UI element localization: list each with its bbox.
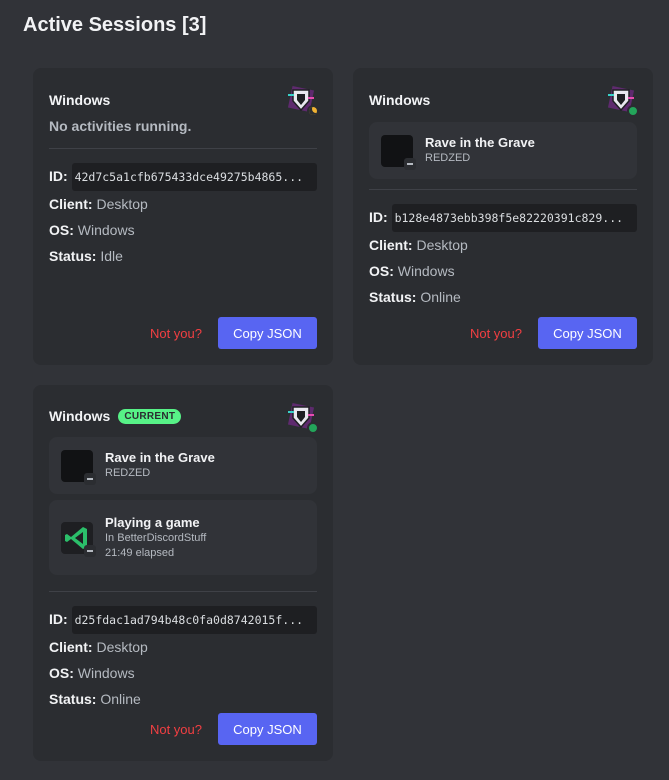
divider [49, 148, 317, 149]
card-header: Windows CURRENT [49, 385, 319, 447]
os-value: Windows [77, 665, 135, 682]
activity-subtitle: REDZED [105, 467, 151, 479]
page-title: Active Sessions [3] [23, 14, 207, 36]
vscode-icon [61, 521, 96, 557]
id-label: ID: [369, 209, 388, 225]
session-id[interactable]: d25fdac1ad794b48c0fa0d8742015f... [71, 606, 317, 635]
avatar [607, 85, 639, 117]
os-value: Windows [397, 263, 455, 280]
activity-type-icon [84, 472, 96, 485]
copy-json-button[interactable]: Copy JSON [218, 317, 317, 349]
info-row-id: ID: d25fdac1ad794b48c0fa0d8742015f... [49, 606, 317, 635]
copy-json-button[interactable]: Copy JSON [538, 317, 637, 349]
status-indicator-idle [307, 105, 319, 117]
activity-card: Playing a game In BetterDiscordStuff 21:… [49, 500, 317, 575]
info-row-client: Client: Desktop [49, 634, 317, 660]
activity-card: Rave in the Grave REDZED [369, 122, 637, 179]
status-indicator-online [307, 422, 319, 434]
card-actions: Not you? Copy JSON [150, 317, 317, 349]
current-badge: CURRENT [118, 408, 182, 424]
client-value: Desktop [96, 196, 148, 213]
avatar [287, 85, 319, 117]
client-label: Client: [49, 196, 93, 213]
divider [49, 591, 317, 592]
activity-text: Rave in the Grave REDZED [425, 135, 535, 166]
os-label: OS: [369, 263, 394, 280]
activity-text: Rave in the Grave REDZED [105, 450, 215, 481]
card-title: Windows CURRENT [49, 408, 182, 424]
os-value: Windows [77, 222, 135, 239]
status-value: Idle [100, 248, 123, 265]
status-value: Online [100, 691, 141, 708]
activity-type-icon [404, 157, 416, 170]
client-label: Client: [49, 639, 93, 656]
info-row-os: OS: Windows [49, 217, 317, 243]
not-you-link[interactable]: Not you? [470, 326, 522, 341]
music-cover-icon [381, 134, 416, 170]
info-row-os: OS: Windows [49, 660, 317, 686]
activity-subtitle: REDZED [425, 152, 471, 164]
activity-title: Rave in the Grave [105, 450, 215, 465]
id-label: ID: [49, 611, 68, 627]
info-row-status: Status: Idle [49, 243, 317, 269]
card-title: Windows [49, 92, 110, 108]
card-actions: Not you? Copy JSON [150, 713, 317, 745]
info-row-status: Status: Online [369, 284, 637, 310]
avatar [287, 402, 319, 434]
info-row-client: Client: Desktop [49, 191, 317, 217]
session-card-current: Windows CURRENT Rave in the Grave REDZED [33, 385, 333, 761]
session-id[interactable]: b128e4873ebb398f5e82220391c829... [391, 204, 637, 233]
info-row-id: ID: b128e4873ebb398f5e82220391c829... [369, 204, 637, 233]
card-header: Windows [369, 68, 639, 130]
status-label: Status: [49, 248, 97, 265]
status-label: Status: [369, 289, 417, 306]
client-value: Desktop [96, 639, 148, 656]
session-os-title: Windows [369, 92, 431, 108]
session-card: Windows No activities running. ID: 42d7c… [33, 68, 333, 365]
not-you-link[interactable]: Not you? [150, 722, 202, 737]
card-actions: Not you? Copy JSON [470, 317, 637, 349]
not-you-link[interactable]: Not you? [150, 326, 202, 341]
card-header: Windows [49, 68, 319, 130]
session-card: Windows Rave in the Grave REDZED ID: b12… [353, 68, 653, 365]
info-row-id: ID: 42d7c5a1cfb675433dce49275b4865... [49, 163, 317, 192]
divider [369, 189, 637, 190]
session-os-title: Windows [49, 92, 111, 108]
session-os-title: Windows [49, 408, 111, 424]
copy-json-button[interactable]: Copy JSON [218, 713, 317, 745]
activity-title: Playing a game [105, 514, 200, 530]
card-title: Windows [369, 92, 430, 108]
status-label: Status: [49, 691, 97, 708]
activity-text: Playing a game In BetterDiscordStuff 21:… [105, 515, 206, 561]
session-id[interactable]: 42d7c5a1cfb675433dce49275b4865... [71, 163, 317, 192]
client-label: Client: [369, 237, 413, 254]
client-value: Desktop [416, 237, 468, 254]
os-label: OS: [49, 665, 74, 682]
info-row-client: Client: Desktop [369, 232, 637, 258]
id-label: ID: [49, 168, 68, 184]
music-cover-icon [61, 449, 96, 485]
os-label: OS: [49, 222, 74, 239]
info-row-status: Status: Online [49, 686, 317, 712]
activity-type-icon [84, 544, 96, 557]
activity-title: Rave in the Grave [425, 135, 535, 150]
info-row-os: OS: Windows [369, 258, 637, 284]
status-value: Online [420, 289, 461, 306]
activity-subtitle: In BetterDiscordStuff [105, 531, 207, 544]
activity-elapsed: 21:49 elapsed [105, 546, 175, 559]
status-indicator-online [627, 105, 639, 117]
